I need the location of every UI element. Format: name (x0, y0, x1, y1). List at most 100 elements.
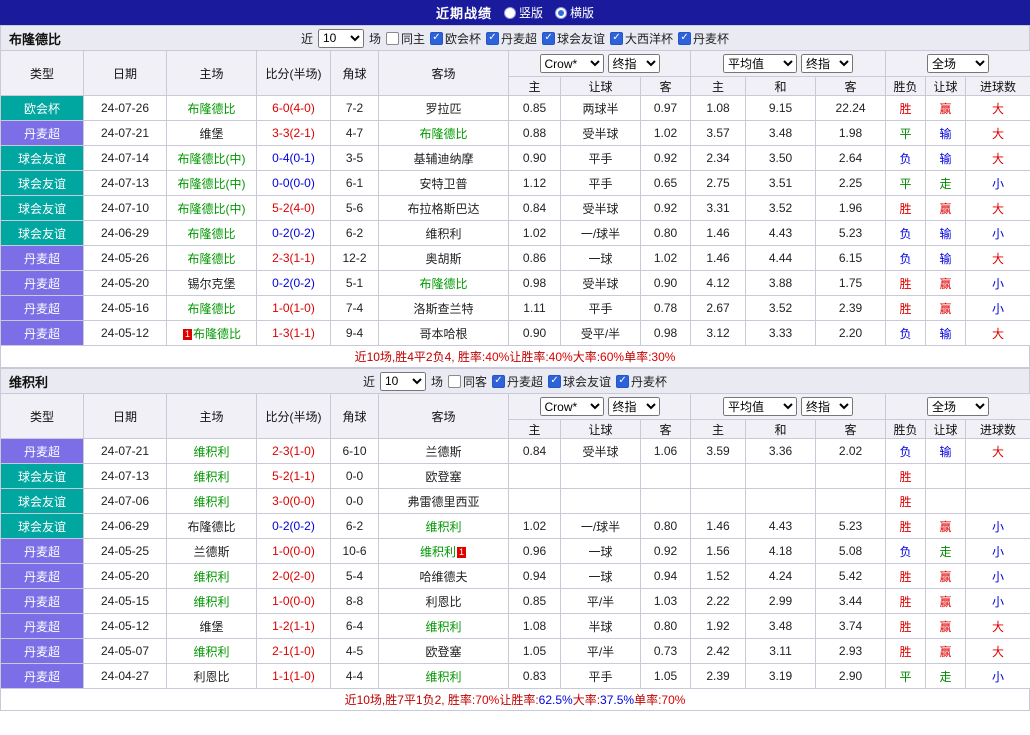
sub-column-header: 主 (690, 76, 747, 96)
match-count-select[interactable]: 10 (379, 371, 426, 391)
odds-company-select[interactable]: Crow* (539, 54, 604, 73)
checkbox-icon[interactable] (447, 374, 461, 388)
away-team-cell: 利恩比 (378, 588, 509, 614)
handicap-home-odds: 0.98 (508, 270, 561, 296)
corner-cell: 7-2 (330, 95, 379, 121)
checkbox-icon[interactable] (678, 31, 692, 45)
checkbox-icon[interactable] (542, 31, 556, 45)
handicap-home-odds: 0.85 (508, 588, 561, 614)
checkbox-icon[interactable] (616, 374, 630, 388)
avg-final-select[interactable]: 终指 (801, 54, 854, 73)
result-goals: 大 (965, 438, 1030, 464)
same-venue-checkbox[interactable]: 同主 (385, 30, 425, 47)
section-header-bar: 维积利 近 10 场 同客 丹麦超 球会友谊 丹麦杯 (0, 368, 1030, 393)
match-row: 丹麦超 24-05-25 兰德斯 1-0(0-0) 10-6 维积利 1 0.96 一球 0.92… (0, 538, 1030, 564)
away-team-cell: 基辅迪纳摩 (378, 145, 509, 171)
avg-draw-odds: 3.52 (745, 295, 817, 321)
checkbox-icon[interactable] (492, 374, 505, 388)
home-team-cell: 布隆德比 (166, 220, 257, 246)
result-outcome: 胜 (885, 295, 927, 321)
team-text: 布隆德比(中) (177, 201, 246, 216)
checkbox-icon[interactable] (385, 31, 399, 45)
checkbox-icon[interactable] (429, 31, 443, 45)
handicap-line: 平手 (560, 170, 641, 196)
avg-draw-odds: 3.48 (745, 120, 817, 146)
avg-away-odds: 1.98 (815, 120, 887, 146)
column-header: 客场 (378, 50, 509, 96)
odds-source-header: Crow* 终指 (507, 393, 692, 420)
handicap-away-odds: 0.98 (639, 320, 692, 346)
result-handicap: 赢 (925, 195, 967, 221)
handicap-line: 受半球 (560, 195, 641, 221)
league-type-cell: 丹麦超 (0, 638, 84, 664)
score-cell: 0-2(0-2) (256, 513, 331, 539)
handicap-home-odds: 0.84 (508, 195, 561, 221)
radio-icon[interactable] (555, 6, 567, 19)
date-cell: 24-05-07 (83, 638, 167, 664)
league-filter-checkbox[interactable]: 欧会杯 (429, 30, 481, 47)
match-scope-select[interactable]: 全场 (927, 397, 990, 416)
handicap-away-odds: 0.80 (639, 220, 692, 246)
filter-near-label: 近 (362, 374, 375, 389)
checkbox-icon[interactable] (610, 31, 624, 45)
team-text: 布隆德比(中) (177, 151, 246, 166)
odds-final-select[interactable]: 终指 (607, 54, 660, 73)
team-text: 罗拉匹 (425, 101, 462, 116)
result-goals: 大 (965, 145, 1030, 171)
league-filter-checkbox[interactable]: 球会友谊 (548, 373, 611, 390)
avg-away-odds: 5.08 (815, 538, 887, 564)
team-text: 布隆德比 (193, 326, 242, 341)
avg-odds-select[interactable]: 平均值 (723, 54, 798, 73)
result-outcome: 胜 (885, 563, 927, 589)
away-team-cell: 兰德斯 (378, 438, 509, 464)
avg-draw-odds: 3.48 (745, 613, 817, 639)
league-filter-checkbox[interactable]: 丹麦杯 (616, 373, 667, 390)
summary-part: 30% (651, 349, 676, 364)
checkbox-icon[interactable] (548, 374, 562, 388)
handicap-home-odds: 1.11 (508, 295, 561, 321)
column-header: 日期 (83, 50, 167, 96)
avg-home-odds: 1.08 (690, 95, 747, 121)
corner-cell: 6-4 (330, 613, 379, 639)
handicap-home-odds: 0.90 (508, 320, 561, 346)
avg-odds-select[interactable]: 平均值 (723, 397, 798, 416)
match-row: 丹麦超 24-05-26 布隆德比 2-3(1-1) 12-2 奥胡斯 0.86 一球 1.02… (0, 245, 1030, 271)
score-cell: 1-3(1-1) (256, 320, 331, 346)
radio-icon[interactable] (503, 6, 516, 19)
avg-draw-odds (745, 463, 817, 489)
league-filter-checkbox[interactable]: 丹麦杯 (678, 30, 729, 47)
avg-home-odds: 2.22 (690, 588, 747, 614)
date-cell: 24-05-12 (83, 320, 167, 346)
avg-final-select[interactable]: 终指 (801, 397, 854, 416)
sub-column-header: 主 (508, 419, 561, 439)
match-count-select[interactable]: 10 (317, 28, 364, 48)
league-filter-checkbox[interactable]: 丹麦超 (486, 30, 537, 47)
avg-draw-odds: 3.36 (745, 438, 817, 464)
column-header: 类型 (0, 393, 84, 439)
odds-company-select[interactable]: Crow* (539, 397, 604, 416)
avg-draw-odds: 3.51 (745, 170, 817, 196)
match-row: 丹麦超 24-05-15 维积利 1-0(0-0) 8-8 利恩比 0.85 平/半 1.03 2… (0, 588, 1030, 614)
league-filter-checkbox[interactable]: 球会友谊 (542, 30, 605, 47)
league-type-cell: 丹麦超 (0, 613, 84, 639)
odds-source-header: Crow* 终指 (507, 50, 692, 77)
handicap-line: 一/球半 (560, 513, 641, 539)
handicap-home-odds: 0.94 (508, 563, 561, 589)
same-venue-checkbox[interactable]: 同客 (447, 373, 487, 390)
checkbox-icon[interactable] (486, 31, 499, 45)
match-scope-select[interactable]: 全场 (927, 54, 990, 73)
league-type-cell: 丹麦超 (0, 320, 84, 346)
team-text: 锡尔克堡 (187, 276, 236, 291)
result-handicap: 赢 (925, 563, 967, 589)
team-text: 布隆德比 (419, 276, 468, 291)
corner-cell: 4-4 (330, 663, 379, 689)
date-cell: 24-07-10 (83, 195, 167, 221)
odds-final-select[interactable]: 终指 (607, 397, 660, 416)
avg-home-odds: 1.46 (690, 220, 747, 246)
radio-horizontal-layout[interactable]: 横版 (555, 4, 594, 21)
league-filter-checkbox[interactable]: 丹麦超 (492, 373, 543, 390)
checkbox-label: 同客 (462, 374, 487, 389)
sub-column-header: 和 (745, 419, 817, 439)
radio-vertical-layout[interactable]: 竖版 (503, 4, 543, 21)
league-filter-checkbox[interactable]: 大西洋杯 (610, 30, 673, 47)
